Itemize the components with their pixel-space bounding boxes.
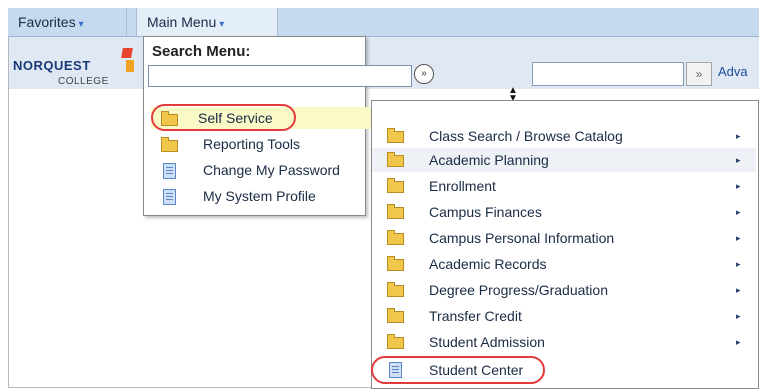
folder-icon: [387, 333, 404, 349]
main-menu-label: Main Menu: [147, 14, 217, 30]
menu-item-label: Reporting Tools: [203, 136, 301, 152]
menu-item-label: My System Profile: [203, 188, 316, 204]
favorites-menu-button[interactable]: Favorites ▾: [8, 8, 134, 36]
college-logo-icon: [121, 48, 133, 58]
submenu-item-label: Academic Planning: [429, 152, 549, 168]
submenu-item-label: Transfer Credit: [429, 308, 522, 324]
annotation-circle: [151, 104, 296, 131]
folder-icon: [387, 307, 404, 323]
submenu-item-class-search[interactable]: Class Search / Browse Catalog ▸: [372, 124, 756, 148]
chevron-right-icon: ▸: [736, 131, 741, 141]
submenu-item-label: Campus Personal Information: [429, 230, 615, 246]
folder-icon: [387, 151, 404, 167]
chevron-right-icon: ▸: [736, 207, 741, 217]
menu-search-input[interactable]: [148, 65, 412, 87]
chevron-right-icon: ▸: [736, 181, 741, 191]
chevron-right-icon: ▸: [736, 155, 741, 165]
submenu-item-label: Campus Finances: [429, 204, 542, 220]
submenu-item-transfer-credit[interactable]: Transfer Credit ▸: [372, 304, 756, 328]
college-logo-accent-icon: [126, 60, 134, 72]
submenu-item-enrollment[interactable]: Enrollment ▸: [372, 174, 756, 198]
folder-icon: [161, 136, 178, 152]
main-menu-button[interactable]: Main Menu ▾: [136, 8, 278, 36]
document-icon: [161, 162, 177, 179]
menu-item-reporting-tools[interactable]: Reporting Tools: [161, 133, 371, 155]
nav-divider: [126, 8, 127, 36]
chevron-right-icon: ▸: [736, 337, 741, 347]
submenu-item-label: Student Admission: [429, 334, 545, 350]
chevron-right-icon: ▸: [736, 233, 741, 243]
folder-icon: [387, 203, 404, 219]
advanced-search-link[interactable]: Adva: [718, 64, 748, 79]
folder-icon: [387, 229, 404, 245]
menu-item-change-password[interactable]: Change My Password: [161, 159, 371, 181]
college-logo-title: NORQUEST: [13, 58, 91, 73]
folder-icon: [387, 281, 404, 297]
college-logo-subtitle: COLLEGE: [58, 76, 109, 87]
menu-item-label: Change My Password: [203, 162, 340, 178]
header-search-go-button[interactable]: »: [686, 62, 712, 86]
chevron-down-icon: ▾: [219, 19, 225, 30]
submenu-item-student-admission[interactable]: Student Admission ▸: [372, 330, 756, 354]
chevron-down-icon: ▾: [78, 19, 84, 30]
chevron-right-icon: ▸: [736, 311, 741, 321]
submenu-item-label: Class Search / Browse Catalog: [429, 128, 623, 144]
submenu-item-degree-progress[interactable]: Degree Progress/Graduation ▸: [372, 278, 756, 302]
submenu-item-label: Degree Progress/Graduation: [429, 282, 608, 298]
submenu-item-campus-finances[interactable]: Campus Finances ▸: [372, 200, 756, 224]
menu-item-system-profile[interactable]: My System Profile: [161, 185, 371, 207]
menu-search-go-button[interactable]: »: [414, 64, 434, 84]
header-search-input[interactable]: [532, 62, 684, 86]
submenu-item-academic-records[interactable]: Academic Records ▸: [372, 252, 756, 276]
folder-icon: [387, 177, 404, 193]
search-menu-title: Search Menu:: [152, 43, 251, 60]
chevron-right-icon: ▸: [736, 259, 741, 269]
favorites-label: Favorites: [18, 14, 76, 30]
submenu-item-academic-planning[interactable]: Academic Planning ▸: [372, 148, 756, 172]
submenu-item-label: Academic Records: [429, 256, 547, 272]
folder-icon: [387, 127, 404, 143]
document-icon: [161, 188, 177, 205]
chevron-right-icon: ▸: [736, 285, 741, 295]
folder-icon: [387, 255, 404, 271]
submenu-item-campus-personal-info[interactable]: Campus Personal Information ▸: [372, 226, 756, 250]
submenu-item-label: Enrollment: [429, 178, 496, 194]
annotation-circle: [371, 356, 545, 384]
top-nav-bar: Favorites ▾ Main Menu ▾: [8, 8, 759, 37]
